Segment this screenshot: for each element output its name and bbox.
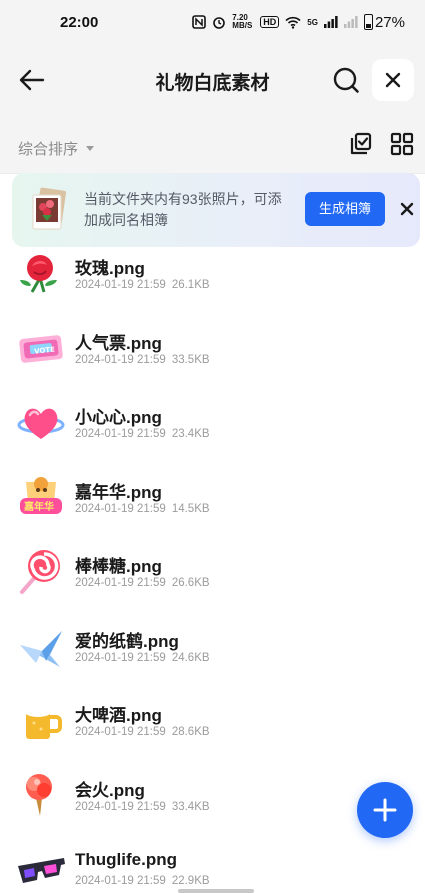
- add-button[interactable]: [357, 782, 413, 838]
- file-meta: 2024-01-19 21:59 22.9KB: [75, 875, 210, 887]
- grid-view-icon: [390, 132, 414, 156]
- file-size: 22.9KB: [171, 875, 210, 887]
- file-date: 2024-01-19 21:59: [75, 651, 166, 664]
- file-date: 2024-01-19 21:59: [75, 279, 166, 291]
- file-row[interactable]: 棒棒糖.png 2024-01-19 21:59 26.6KB: [0, 538, 425, 612]
- back-button[interactable]: [18, 66, 46, 94]
- close-icon: [385, 72, 401, 88]
- file-size: 28.6KB: [171, 726, 210, 738]
- file-name: 爱的纸鹤.png: [75, 631, 179, 651]
- file-size: 33.4KB: [171, 800, 210, 813]
- file-name: 棒棒糖.png: [75, 557, 162, 576]
- signal-icon: [323, 16, 338, 28]
- signal-label: 5G: [307, 17, 318, 27]
- file-meta: 2024-01-19 21:59 33.4KB: [75, 801, 210, 813]
- file-size: 23.4KB: [171, 428, 210, 440]
- file-size: 14.5KB: [171, 502, 210, 515]
- album-suggestion-banner: 当前文件夹内有93张照片，可添加成同名相簿 生成相簿: [12, 173, 420, 247]
- header: 礼物白底素材: [0, 44, 425, 116]
- file-size: 33.5KB: [171, 353, 210, 366]
- sort-toolbar: 综合排序: [0, 116, 425, 174]
- file-row[interactable]: Thuglife.png 2024-01-19 21:59 22.9KB: [0, 836, 425, 893]
- heart-thumbnail: [16, 397, 66, 447]
- file-meta: 2024-01-19 21:59 23.4KB: [75, 428, 210, 440]
- svg-text:嘉年华: 嘉年华: [23, 500, 54, 513]
- file-name: 玫瑰.png: [75, 259, 145, 278]
- sunglasses-thumbnail: [16, 844, 66, 893]
- file-meta: 2024-01-19 21:59 14.5KB: [75, 503, 210, 515]
- caret-down-icon: [86, 146, 95, 151]
- file-date: 2024-01-19 21:59: [75, 428, 166, 440]
- file-row[interactable]: 大啤酒.png 2024-01-19 21:59 28.6KB: [0, 687, 425, 761]
- file-date: 2024-01-19 21:59: [75, 577, 166, 589]
- alarm-icon: [213, 17, 226, 29]
- file-row[interactable]: 嘉年华 嘉年华.png 2024-01-19 21:59 14.5KB: [0, 464, 425, 538]
- lollipop-thumbnail: [16, 546, 66, 596]
- create-album-button[interactable]: 生成相簿: [305, 192, 385, 226]
- file-size: 26.1KB: [171, 279, 210, 291]
- file-meta: 2024-01-19 21:59 33.5KB: [75, 354, 210, 366]
- banner-close-button[interactable]: [397, 199, 417, 219]
- rose-thumbnail: [16, 248, 66, 298]
- plus-icon: [373, 798, 397, 822]
- file-name: 大啤酒.png: [75, 706, 162, 725]
- file-date: 2024-01-19 21:59: [75, 502, 166, 515]
- torch-thumbnail: [16, 770, 66, 820]
- wifi-icon: [285, 16, 301, 29]
- file-row[interactable]: 玫瑰.png 2024-01-19 21:59 26.1KB: [0, 240, 425, 314]
- file-date: 2024-01-19 21:59: [75, 353, 166, 366]
- search-button[interactable]: [332, 66, 360, 94]
- file-name: 人气票.png: [75, 333, 162, 353]
- hd-badge: HD: [260, 16, 280, 28]
- battery-indicator: 27%: [363, 13, 405, 31]
- home-indicator[interactable]: [178, 889, 254, 893]
- file-meta: 2024-01-19 21:59 26.1KB: [75, 279, 210, 291]
- battery-icon: [363, 14, 373, 30]
- search-icon: [333, 67, 359, 93]
- file-size: 26.6KB: [171, 577, 210, 589]
- beer-thumbnail: [16, 695, 66, 745]
- sort-dropdown[interactable]: 综合排序: [18, 138, 95, 159]
- nfc-icon: [192, 15, 207, 29]
- file-name: 会火.png: [75, 780, 145, 800]
- file-date: 2024-01-19 21:59: [75, 875, 166, 887]
- file-meta: 2024-01-19 21:59 24.6KB: [75, 652, 210, 664]
- file-date: 2024-01-19 21:59: [75, 800, 166, 813]
- battery-level: 27%: [374, 13, 405, 31]
- file-row[interactable]: 爱的纸鹤.png 2024-01-19 21:59 24.6KB: [0, 613, 425, 687]
- file-row[interactable]: VOTE 人气票.png 2024-01-19 21:59 33.5KB: [0, 315, 425, 389]
- back-arrow-icon: [19, 69, 45, 91]
- net-speed: 7.20 MB/S: [232, 13, 253, 30]
- status-time: 22:00: [60, 13, 99, 31]
- status-icons: 7.20 MB/S HD 5G 27%: [192, 14, 405, 31]
- grid-view-button[interactable]: [390, 132, 416, 158]
- banner-message: 当前文件夹内有93张照片，可添加成同名相簿: [84, 191, 282, 228]
- carnival-thumbnail: 嘉年华: [16, 472, 66, 522]
- file-date: 2024-01-19 21:59: [75, 726, 166, 738]
- close-button[interactable]: [372, 59, 414, 101]
- file-meta: 2024-01-19 21:59 26.6KB: [75, 577, 210, 589]
- paper-crane-thumbnail: [16, 621, 66, 671]
- ticket-thumbnail: VOTE: [16, 323, 66, 373]
- file-name: Thuglife.png: [75, 850, 177, 869]
- sort-label: 综合排序: [18, 141, 79, 158]
- file-size: 24.6KB: [171, 651, 210, 664]
- status-bar: 22:00 7.20 MB/S HD 5G 27%: [0, 0, 425, 44]
- file-name: 嘉年华.png: [75, 482, 162, 502]
- close-icon: [400, 202, 414, 216]
- photo-stack-icon: [30, 187, 68, 233]
- checklist-icon: [350, 132, 372, 155]
- multi-select-button[interactable]: [348, 132, 374, 158]
- page-title: 礼物白底素材: [155, 73, 270, 94]
- file-row[interactable]: 小心心.png 2024-01-19 21:59 23.4KB: [0, 389, 425, 463]
- file-name: 小心心.png: [75, 408, 162, 427]
- file-meta: 2024-01-19 21:59 28.6KB: [75, 726, 210, 738]
- signal-secondary-icon: [343, 16, 358, 28]
